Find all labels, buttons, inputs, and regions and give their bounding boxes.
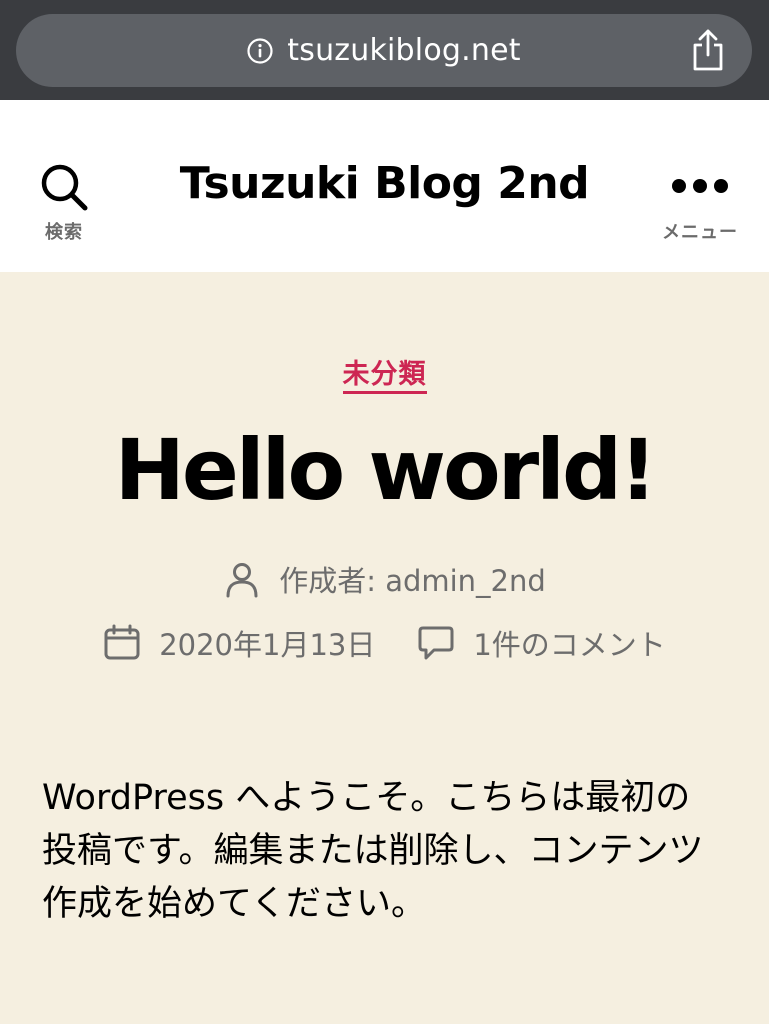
author-link[interactable]: 作成者: admin_2nd xyxy=(279,558,546,600)
date-meta: 2020年1月13日 xyxy=(103,622,375,664)
url-text[interactable]: tsuzukiblog.net xyxy=(287,33,520,68)
comments-link[interactable]: 1件のコメント xyxy=(473,622,665,664)
address-bar-content: tsuzukiblog.net xyxy=(16,14,752,87)
entry-categories: 未分類 xyxy=(0,352,769,394)
entry-title: Hello world! xyxy=(114,421,658,519)
site-title[interactable]: Tsuzuki Blog 2nd xyxy=(0,158,769,209)
ellipsis-icon xyxy=(672,179,728,193)
post-date-link[interactable]: 2020年1月13日 xyxy=(159,622,375,664)
share-icon[interactable] xyxy=(690,28,726,72)
site-header: 検索 Tsuzuki Blog 2nd メニュー xyxy=(0,100,769,272)
category-link[interactable]: 未分類 xyxy=(342,359,427,394)
user-icon xyxy=(223,560,261,598)
author-meta: 作成者: admin_2nd xyxy=(223,558,546,600)
menu-toggle-label: メニュー xyxy=(662,222,738,243)
info-circle-icon[interactable] xyxy=(247,37,273,64)
comment-icon xyxy=(417,624,455,662)
comments-meta: 1件のコメント xyxy=(417,622,666,664)
address-bar[interactable]: tsuzukiblog.net xyxy=(16,14,752,87)
entry-content: WordPress へようこそ。こちらは最初の投稿です。編集または削除し、コンテ… xyxy=(42,778,704,924)
browser-toolbar: tsuzukiblog.net xyxy=(0,0,769,100)
calendar-icon xyxy=(103,624,141,662)
menu-toggle-button[interactable]: メニュー xyxy=(655,170,745,248)
search-toggle-label: 検索 xyxy=(45,222,83,243)
post-meta-date-comments: 2020年1月13日 1件のコメント xyxy=(0,622,769,664)
post-meta-author: 作成者: admin_2nd xyxy=(0,558,769,600)
